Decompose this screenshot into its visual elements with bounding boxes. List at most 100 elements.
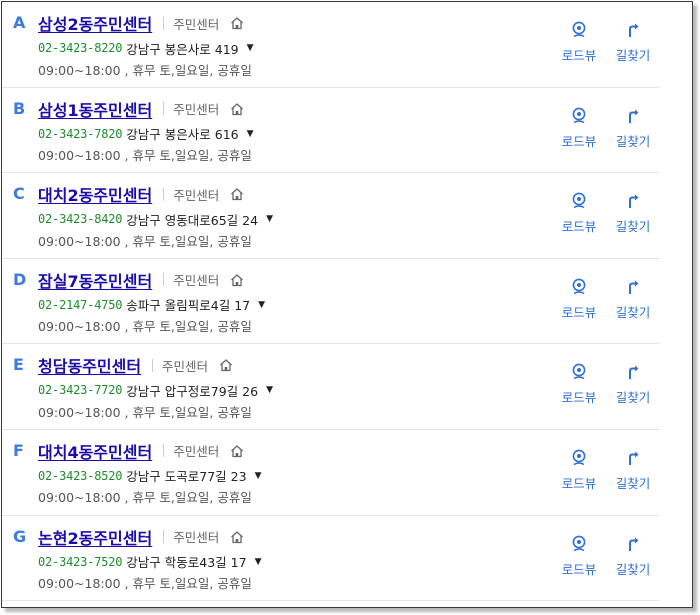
phone-number: 02-3423-8220: [38, 41, 123, 55]
roadview-icon: [572, 535, 586, 551]
result-marker-letter: E: [13, 355, 24, 375]
triangle-down-icon[interactable]: ▼: [247, 129, 254, 139]
home-icon[interactable]: [230, 102, 244, 116]
directions-label: 길찾기: [615, 390, 651, 406]
phone-number: 02-3423-8420: [38, 212, 123, 227]
directions-label: 길찾기: [615, 48, 651, 63]
roadview-button[interactable]: 로드뷰: [552, 192, 606, 235]
home-icon[interactable]: [230, 273, 244, 287]
directions-button[interactable]: 길찾기: [606, 449, 660, 492]
directions-button[interactable]: 길찾기: [606, 535, 660, 578]
result-marker-letter: A: [13, 13, 26, 32]
triangle-down-icon[interactable]: ▼: [255, 557, 262, 567]
directions-icon: [629, 194, 639, 209]
result-marker-letter: C: [13, 184, 25, 204]
phone-number: 02-2147-4750: [38, 297, 123, 312]
roadview-button[interactable]: 로드뷰: [552, 535, 606, 578]
place-name-link[interactable]: 삼성1동주민센터: [38, 97, 152, 121]
result-marker-letter: D: [13, 269, 27, 289]
home-icon[interactable]: [219, 358, 233, 372]
address: 강남구 봉은사로 419: [126, 41, 239, 57]
opening-hours: 09:00~18:00 , 휴무 토,일요일, 공휴일: [38, 233, 252, 249]
roadview-button[interactable]: 로드뷰: [552, 278, 606, 321]
opening-hours: 09:00~18:00 , 휴무 토,일요일, 공휴일: [38, 404, 252, 420]
roadview-label: 로드뷰: [561, 48, 597, 63]
triangle-down-icon[interactable]: ▼: [266, 214, 273, 224]
directions-label: 길찾기: [615, 219, 651, 235]
roadview-icon: [572, 278, 586, 294]
list-item: D 잠실7동주민센터 주민센터 02-2147-4750 송파구 올림픽로4길 …: [2, 259, 660, 345]
directions-icon: [629, 451, 639, 465]
phone-number: 02-3423-8520: [38, 468, 123, 483]
home-icon[interactable]: [230, 530, 244, 544]
roadview-button[interactable]: 로드뷰: [552, 363, 606, 406]
list-item: G 논현2동주민센터 주민센터 02-3423-7520 강남구 학동로43길 …: [2, 516, 660, 602]
place-name-link[interactable]: 대치4동주민센터: [38, 439, 152, 463]
address: 강남구 압구정로79길 26: [126, 383, 259, 399]
roadview-icon: [572, 449, 586, 466]
place-category: 주민센터: [173, 102, 220, 118]
roadview-label: 로드뷰: [561, 475, 597, 491]
result-marker-letter: F: [13, 440, 24, 460]
directions-button[interactable]: 길찾기: [606, 192, 660, 235]
directions-label: 길찾기: [615, 475, 651, 491]
roadview-button[interactable]: 로드뷰: [552, 449, 606, 492]
divider: [163, 16, 165, 30]
directions-button[interactable]: 길찾기: [606, 107, 660, 150]
list-item: B 삼성1동주민센터 주민센터 02-3423-7820 강남구 봉은사로 61…: [2, 88, 660, 174]
roadview-label: 로드뷰: [561, 390, 597, 406]
roadview-label: 로드뷰: [561, 561, 597, 577]
directions-button[interactable]: 길찾기: [606, 21, 660, 64]
list-item: F 대치4동주민센터 주민센터 02-3423-8520 강남구 도곡로77길 …: [2, 430, 660, 516]
roadview-label: 로드뷰: [561, 219, 597, 235]
place-category: 주민센터: [162, 358, 209, 374]
place-category: 주민센터: [173, 444, 220, 460]
list-item: C 대치2동주민센터 주민센터 02-3423-8420 강남구 영동대로65길…: [2, 173, 660, 259]
phone-number: 02-3423-7820: [38, 126, 123, 141]
roadview-button[interactable]: 로드뷰: [552, 107, 606, 150]
place-name-link[interactable]: 삼성2동주민센터: [38, 11, 152, 35]
address: 강남구 영동대로65길 24: [126, 212, 259, 228]
result-marker-letter: B: [13, 98, 26, 118]
place-list: A 삼성2동주민센터 주민센터 02-3423-8220 강남구 봉은사로 41…: [2, 2, 692, 602]
directions-label: 길찾기: [615, 304, 651, 320]
triangle-down-icon[interactable]: ▼: [258, 300, 265, 310]
directions-button[interactable]: 길찾기: [606, 363, 660, 406]
roadview-button[interactable]: 로드뷰: [552, 21, 606, 64]
address: 강남구 학동로43길 17: [126, 555, 247, 571]
directions-icon: [629, 537, 639, 551]
divider: [163, 102, 165, 116]
roadview-icon: [572, 107, 586, 123]
divider: [163, 530, 165, 544]
triangle-down-icon[interactable]: ▼: [247, 43, 254, 53]
divider: [163, 273, 165, 287]
list-item: A 삼성2동주민센터 주민센터 02-3423-8220 강남구 봉은사로 41…: [2, 2, 660, 88]
place-name-link[interactable]: 잠실7동주민센터: [38, 268, 152, 292]
opening-hours: 09:00~18:00 , 휴무 토,일요일, 공휴일: [38, 319, 252, 335]
roadview-icon: [572, 192, 586, 209]
home-icon[interactable]: [230, 16, 244, 30]
opening-hours: 09:00~18:00 , 휴무 토,일요일, 공휴일: [38, 148, 252, 164]
address: 송파구 올림픽로4길 17: [126, 298, 251, 314]
triangle-down-icon[interactable]: ▼: [266, 385, 273, 395]
divider: [163, 187, 165, 201]
place-category: 주민센터: [173, 273, 220, 289]
roadview-label: 로드뷰: [561, 304, 597, 320]
roadview-label: 로드뷰: [561, 133, 597, 149]
directions-button[interactable]: 길찾기: [606, 278, 660, 321]
place-name-link[interactable]: 논현2동주민센터: [38, 525, 152, 549]
list-item: E 청담동주민센터 주민센터 02-3423-7720 강남구 압구정로79길 …: [2, 344, 660, 430]
divider: [152, 358, 154, 372]
address: 강남구 도곡로77길 23: [126, 469, 247, 485]
directions-icon: [629, 109, 639, 123]
results-panel: A 삼성2동주민센터 주민센터 02-3423-8220 강남구 봉은사로 41…: [1, 1, 693, 608]
place-name-link[interactable]: 청담동주민센터: [38, 353, 141, 377]
place-name-link[interactable]: 대치2동주민센터: [38, 182, 152, 206]
directions-icon: [629, 365, 639, 380]
home-icon[interactable]: [230, 444, 244, 458]
triangle-down-icon[interactable]: ▼: [255, 471, 262, 481]
directions-label: 길찾기: [615, 561, 651, 577]
roadview-icon: [572, 21, 586, 38]
roadview-icon: [572, 363, 586, 380]
home-icon[interactable]: [230, 187, 244, 201]
